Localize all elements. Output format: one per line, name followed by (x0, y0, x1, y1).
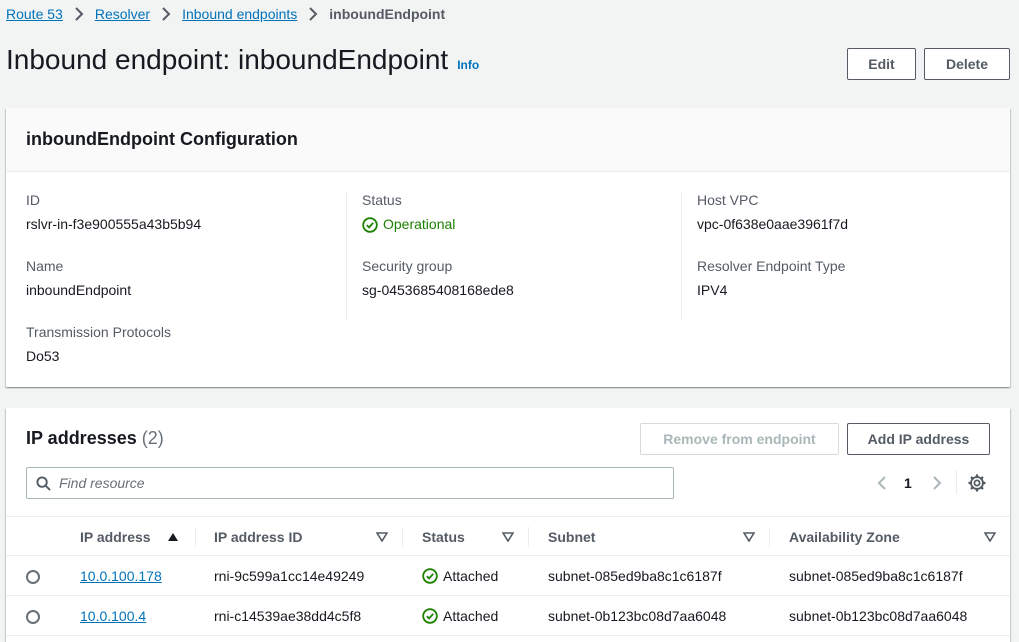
id-field: ID rslvr-in-f3e900555a43b5b94 (26, 192, 346, 258)
col-availability-zone-label: Availability Zone (789, 528, 900, 545)
chevron-right-icon (74, 7, 84, 21)
col-ip-address-id[interactable]: IP address ID (214, 517, 302, 556)
row-select-radio[interactable] (26, 610, 40, 624)
breadcrumb-current: inboundEndpoint (329, 6, 446, 22)
status-label: Status (362, 192, 402, 208)
protocols-label: Transmission Protocols (26, 324, 171, 340)
ip-address-link[interactable]: 10.0.100.4 (80, 608, 146, 624)
cell-availability-zone: subnet-085ed9ba8c1c6187f (789, 568, 963, 584)
host-vpc-value: vpc-0f638e0aae3961f7d (697, 216, 849, 232)
status-field: Status Operational (362, 192, 666, 258)
security-group-field: Security group sg-0453685408168ede8 (362, 258, 666, 324)
cell-ip-address: 10.0.100.4 (80, 596, 146, 636)
remove-from-endpoint-button[interactable]: Remove from endpoint (640, 423, 839, 455)
table-row[interactable]: 10.0.100.178 rni-9c599a1cc14e49249 Attac… (6, 556, 1010, 596)
search-icon (36, 475, 51, 491)
delete-button[interactable]: Delete (924, 48, 1010, 80)
protocols-field: Transmission Protocols Do53 (26, 324, 346, 390)
protocols-value: Do53 (26, 348, 60, 364)
table-header: IP address IP address ID Status Subnet A… (6, 516, 1010, 556)
host-vpc-label: Host VPC (697, 192, 759, 208)
cell-availability-zone: subnet-0b123bc08d7aa6048 (789, 608, 968, 624)
edit-button[interactable]: Edit (847, 48, 916, 80)
check-circle-icon (422, 568, 438, 584)
col-availability-zone[interactable]: Availability Zone (789, 517, 900, 556)
ip-addresses-title-text: IP addresses (26, 428, 137, 448)
configuration-header: inboundEndpoint Configuration (6, 108, 1010, 172)
col-subnet[interactable]: Subnet (548, 517, 595, 556)
page-title: Inbound endpoint: inboundEndpoint (6, 44, 449, 75)
chevron-right-icon (161, 7, 171, 21)
breadcrumb-inbound-endpoints[interactable]: Inbound endpoints (182, 6, 297, 22)
search-input[interactable] (59, 475, 649, 491)
configuration-title: inboundEndpoint Configuration (26, 129, 298, 149)
ip-addresses-title: IP addresses (2) (26, 428, 164, 449)
page-header: Inbound endpoint: inboundEndpoint Info (6, 44, 479, 76)
breadcrumb-resolver[interactable]: Resolver (95, 6, 150, 22)
name-value: inboundEndpoint (26, 282, 132, 298)
search-box (26, 467, 674, 499)
caret-down-icon[interactable] (502, 532, 514, 542)
id-label: ID (26, 192, 40, 208)
col-subnet-label: Subnet (548, 528, 596, 545)
column-divider (769, 527, 770, 547)
status-text: Operational (383, 216, 456, 232)
config-column-1: ID rslvr-in-f3e900555a43b5b94 Name inbou… (26, 192, 346, 390)
host-vpc-field: Host VPC vpc-0f638e0aae3961f7d (697, 192, 1001, 258)
col-status[interactable]: Status (422, 517, 465, 556)
ip-address-link[interactable]: 10.0.100.178 (80, 568, 162, 584)
security-group-label: Security group (362, 258, 453, 274)
cell-status: Attached (422, 556, 498, 596)
config-column-2: Status Operational Security group sg-045… (346, 192, 666, 320)
col-status-label: Status (422, 528, 465, 545)
caret-down-icon[interactable] (984, 532, 996, 542)
column-divider (402, 527, 403, 547)
page-number[interactable]: 1 (904, 475, 912, 491)
chevron-left-icon[interactable] (876, 475, 888, 491)
info-link[interactable]: Info (457, 58, 479, 72)
ip-addresses-table: IP address IP address ID Status Subnet A… (6, 516, 1010, 636)
check-circle-icon (362, 216, 378, 233)
caret-down-icon[interactable] (743, 532, 755, 542)
status-value: Operational (362, 216, 666, 233)
cell-status: Attached (422, 596, 498, 636)
cell-ip-address: 10.0.100.178 (80, 556, 162, 596)
column-divider (195, 527, 196, 547)
endpoint-type-value: IPV4 (697, 282, 728, 298)
status-text: Attached (443, 568, 499, 584)
breadcrumb-route53[interactable]: Route 53 (6, 6, 63, 22)
check-circle-icon (422, 608, 438, 624)
chevron-right-icon (308, 7, 318, 21)
col-ip-address-id-label: IP address ID (214, 528, 303, 545)
name-field: Name inboundEndpoint (26, 258, 346, 324)
chevron-right-icon[interactable] (931, 475, 943, 491)
col-ip-address[interactable]: IP address (80, 517, 151, 556)
configuration-panel: inboundEndpoint Configuration ID rslvr-i… (6, 108, 1010, 387)
sort-ascending-icon[interactable] (167, 532, 179, 542)
config-column-3: Host VPC vpc-0f638e0aae3961f7d Resolver … (681, 192, 1001, 320)
ip-addresses-count: (2) (141, 428, 164, 448)
add-ip-address-button[interactable]: Add IP address (847, 423, 990, 455)
cell-ip-address-id: rni-c14539ae38dd4c5f8 (214, 608, 362, 624)
breadcrumb: Route 53 Resolver Inbound endpoints inbo… (6, 5, 445, 23)
status-text: Attached (443, 608, 499, 624)
name-label: Name (26, 258, 64, 274)
cell-ip-address-id: rni-9c599a1cc14e49249 (214, 568, 365, 584)
security-group-value: sg-0453685408168ede8 (362, 282, 514, 298)
row-select-radio[interactable] (26, 570, 40, 584)
cell-subnet: subnet-085ed9ba8c1c6187f (548, 568, 722, 584)
endpoint-type-label: Resolver Endpoint Type (697, 258, 846, 274)
pagination-divider (956, 470, 957, 494)
endpoint-type-field: Resolver Endpoint Type IPV4 (697, 258, 1001, 324)
cell-subnet: subnet-0b123bc08d7aa6048 (548, 608, 727, 624)
table-row[interactable]: 10.0.100.4 rni-c14539ae38dd4c5f8 Attache… (6, 596, 1010, 636)
gear-icon[interactable] (968, 474, 986, 492)
column-divider (528, 527, 529, 547)
caret-down-icon[interactable] (376, 532, 388, 542)
col-ip-address-label: IP address (80, 528, 151, 545)
id-value: rslvr-in-f3e900555a43b5b94 (26, 216, 202, 232)
ip-addresses-panel: IP addresses (2) Remove from endpoint Ad… (6, 408, 1010, 642)
